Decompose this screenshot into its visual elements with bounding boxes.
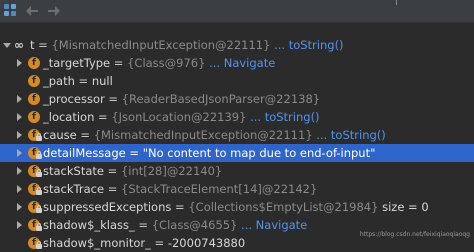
field-value: {ReaderBasedJsonParser@22138} [121, 92, 321, 106]
equals-sign: = [171, 200, 189, 214]
field-value: {StackTraceElement[14]@22142} [121, 182, 318, 196]
tree-row-field[interactable]: f suppressedExceptions = {Collections$Em… [0, 198, 474, 216]
tree-row-field[interactable]: f _location = {JsonLocation@22139} ... t… [0, 108, 474, 126]
tostring-link[interactable]: ... toString() [274, 38, 343, 52]
infinity-variable-icon: ∞ [14, 38, 24, 52]
expand-arrow-icon[interactable] [14, 90, 24, 108]
equals-sign: = [94, 110, 112, 124]
field-name: _targetType [43, 56, 111, 70]
expand-arrow-icon[interactable] [14, 180, 24, 198]
lock-icon [36, 133, 42, 141]
tree-row-text: _location = {JsonLocation@22139} ... toS… [43, 108, 320, 126]
field-name: _processor [43, 92, 105, 106]
navigate-link[interactable]: ... Navigate [205, 56, 275, 70]
field-value: {Collections$EmptyList@21984} [188, 200, 379, 214]
tostring-link[interactable]: ... toString() [313, 128, 385, 142]
equals-sign: = [74, 74, 92, 88]
tree-row-text: suppressedExceptions = {Collections$Empt… [43, 198, 429, 216]
equals-sign: = [103, 164, 121, 178]
tree-row-text: stackTrace = {StackTraceElement[14]@2214… [43, 180, 317, 198]
lock-icon [36, 151, 42, 159]
field-icon: f [28, 111, 40, 123]
tree-row-field-selected[interactable]: f detailMessage = "No content to map due… [0, 144, 474, 162]
tree-row-field[interactable]: f cause = {MismatchedInputException@2211… [0, 126, 474, 144]
expand-arrow-icon[interactable] [14, 54, 24, 72]
tree-row-text: _processor = {ReaderBasedJsonParser@2213… [43, 90, 320, 108]
field-name: stackTrace [43, 182, 105, 196]
tree-row-field[interactable]: f _path = null [0, 72, 474, 90]
lock-icon [36, 223, 42, 231]
tree-row-text: t = {MismatchedInputException@22111} ...… [30, 36, 344, 54]
back-arrow-icon[interactable] [26, 4, 40, 18]
field-value: {Class@976} [127, 56, 206, 70]
field-value: "No content to map due to end-of-input" [142, 146, 376, 160]
field-name: shadow$_monitor_ [43, 236, 151, 250]
equals-sign: = [110, 56, 128, 70]
expand-arrow-icon[interactable] [14, 198, 24, 216]
expand-arrow-icon[interactable] [14, 108, 24, 126]
field-name: _location [43, 110, 95, 124]
field-value: {Class@4655} [151, 218, 238, 232]
equals-sign: = [34, 38, 52, 52]
tree-row-field[interactable]: f stackTrace = {StackTraceElement[14]@22… [0, 180, 474, 198]
tree-row-text: shadow$_monitor_ = -2000743880 [43, 234, 245, 252]
field-name: stackState [43, 164, 104, 178]
size-label: size = 0 [378, 200, 429, 214]
field-name: shadow$_klass_ [43, 218, 135, 232]
collapse-arrow-icon[interactable] [2, 36, 12, 54]
field-icon: f [28, 57, 40, 69]
tree-row-field[interactable]: f _targetType = {Class@976} ... Navigate [0, 54, 474, 72]
tree-row-text: detailMessage = "No content to map due t… [43, 144, 375, 162]
field-value: {JsonLocation@22139} [111, 110, 247, 124]
field-value: {MismatchedInputException@22111} [93, 128, 313, 142]
navigate-link[interactable]: ... Navigate [237, 218, 307, 232]
expand-arrow-icon[interactable] [14, 216, 24, 234]
field-icon: f [28, 75, 40, 87]
tree-row-text: _targetType = {Class@976} ... Navigate [43, 54, 275, 72]
equals-sign: = [150, 236, 168, 250]
expand-arrow-icon[interactable] [14, 162, 24, 180]
field-name: suppressedExceptions [43, 200, 172, 214]
tree-row-field[interactable]: f _processor = {ReaderBasedJsonParser@22… [0, 90, 474, 108]
equals-sign: = [134, 218, 152, 232]
field-name: _path [43, 74, 75, 88]
equals-sign: = [104, 92, 122, 106]
tree-row-field[interactable]: f stackState = {int[28]@22140} [0, 162, 474, 180]
field-name: cause [43, 128, 77, 142]
field-value: null [91, 74, 113, 88]
lock-icon [36, 241, 42, 249]
equals-sign: = [125, 146, 143, 160]
field-value: {int[28]@22140} [120, 164, 223, 178]
tree-row-root[interactable]: ∞ t = {MismatchedInputException@22111} .… [0, 36, 474, 54]
equals-sign: = [76, 128, 94, 142]
debugger-toolbar [0, 0, 474, 23]
tree-row-text: cause = {MismatchedInputException@22111}… [43, 126, 386, 144]
field-icon: f [28, 93, 40, 105]
variable-value: {MismatchedInputException@22111} [51, 38, 271, 52]
layout-grid-icon[interactable] [4, 4, 18, 18]
expand-arrow-icon[interactable] [14, 126, 24, 144]
variables-tree: ∞ t = {MismatchedInputException@22111} .… [0, 22, 474, 250]
lock-icon [36, 205, 42, 213]
watermark-url: https://blog.csdn.net/feixiqiaoqiaoqg [359, 231, 470, 238]
lock-icon [36, 169, 42, 177]
equals-sign: = [104, 182, 121, 196]
field-value: -2000743880 [167, 236, 246, 250]
expand-arrow-icon[interactable] [14, 144, 24, 162]
divider [396, 0, 397, 5]
forward-arrow-icon[interactable] [46, 4, 60, 18]
field-name: detailMessage [43, 146, 126, 160]
tree-row-text: _path = null [43, 72, 113, 90]
tostring-link[interactable]: ... toString() [246, 110, 319, 124]
tree-row-text: stackState = {int[28]@22140} [43, 162, 222, 180]
lock-icon [36, 187, 42, 195]
tree-row-text: shadow$_klass_ = {Class@4655} ... Naviga… [43, 216, 307, 234]
